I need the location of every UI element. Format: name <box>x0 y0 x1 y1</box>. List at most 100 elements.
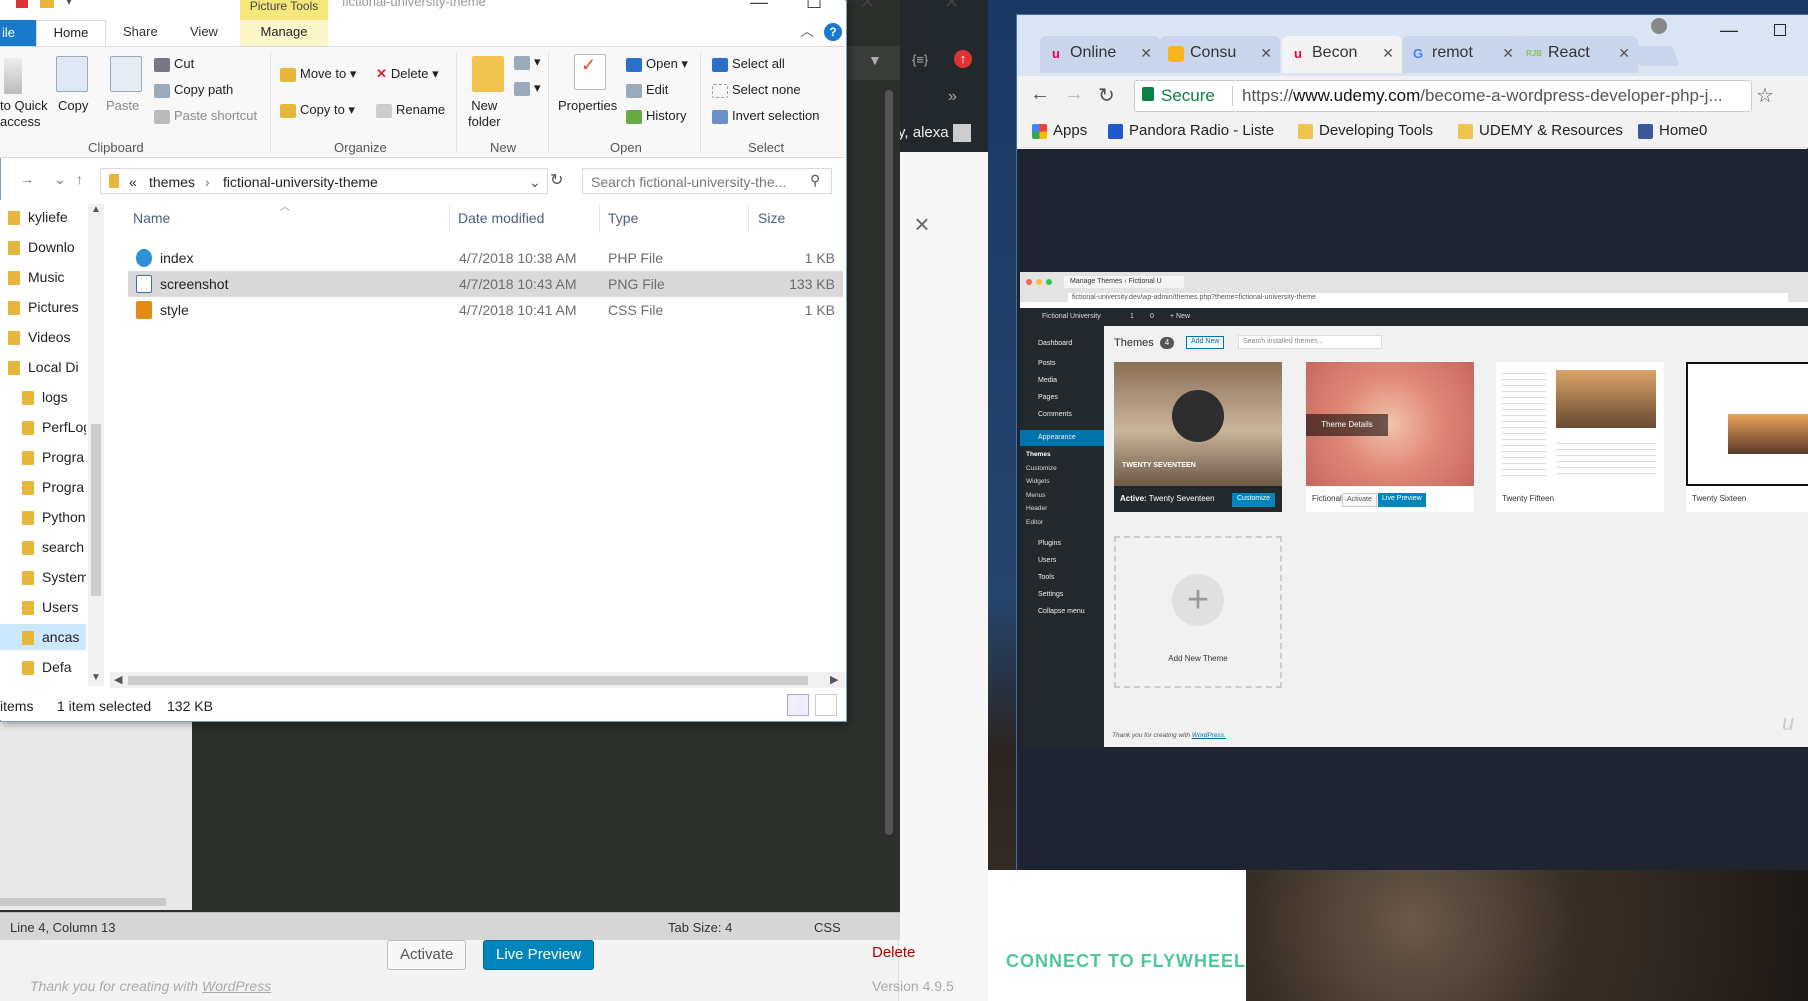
lock-icon[interactable] <box>1142 87 1154 101</box>
move-to-button[interactable]: Move to <box>300 66 346 81</box>
properties-button[interactable]: Properties <box>558 98 617 113</box>
new-folder-button[interactable]: New folder <box>468 98 501 130</box>
history-button[interactable]: History <box>646 108 686 123</box>
cursor-position[interactable]: Line 4, Column 13 <box>10 920 116 935</box>
chrome-tab-online[interactable]: u Online ✕ <box>1040 36 1160 73</box>
file-row-index[interactable]: index 4/7/2018 10:38 AM PHP File 1 KB <box>128 245 843 271</box>
minimize-icon[interactable]: — <box>750 0 768 13</box>
invert-selection-button[interactable]: Invert selection <box>732 108 819 123</box>
nav-tree-item[interactable]: PerfLog <box>0 414 86 440</box>
chevron-more-icon[interactable]: » <box>948 88 957 106</box>
editor-horizontal-scrollbar[interactable] <box>0 898 166 906</box>
close-icon[interactable]: ✕ <box>860 0 875 13</box>
copy-to-button[interactable]: Copy to <box>300 102 345 117</box>
nav-tree-item[interactable]: Progra <box>0 474 86 500</box>
tab-share[interactable]: Share <box>123 24 158 39</box>
tab-size[interactable]: Tab Size: 4 <box>668 920 732 935</box>
profile-icon[interactable] <box>1651 18 1667 34</box>
nav-tree-item[interactable]: search <box>0 534 86 560</box>
file-list-scroll-thumb[interactable] <box>128 676 808 685</box>
wordpress-link[interactable]: WordPress <box>202 978 271 994</box>
details-view-icon[interactable] <box>787 694 809 716</box>
cut-button[interactable]: Cut <box>174 56 194 71</box>
tab-view[interactable]: View <box>190 24 218 39</box>
refresh-icon[interactable]: ↻ <box>550 170 563 190</box>
nav-tree-item[interactable]: Downlo <box>0 234 86 260</box>
address-bar[interactable]: « themes › fictional-university-theme ⌄ <box>100 168 548 194</box>
tab-manage[interactable]: Manage <box>240 20 328 47</box>
language-mode[interactable]: CSS <box>814 920 841 935</box>
maximize-icon[interactable]: ☐ <box>806 0 822 13</box>
bookmark-developing-tools[interactable]: Developing Tools <box>1298 122 1433 139</box>
open-button[interactable]: Open <box>646 56 678 71</box>
pin-quick-access-button[interactable]: to Quick access <box>0 98 48 130</box>
column-name[interactable]: Name <box>133 210 170 226</box>
tab-file[interactable]: ile <box>0 20 36 46</box>
bookmark-apps[interactable]: Apps <box>1032 122 1087 139</box>
nav-tree-item[interactable]: Videos <box>0 324 86 350</box>
star-icon[interactable]: ☆ <box>1756 83 1774 108</box>
close-icon[interactable]: × <box>908 210 936 238</box>
delete-theme-link[interactable]: Delete <box>872 944 915 961</box>
close-tab-icon[interactable]: ✕ <box>1140 45 1152 62</box>
chevron-down-icon[interactable]: ⌄ <box>529 174 541 191</box>
nav-tree-item[interactable]: Pictures <box>0 294 86 320</box>
scroll-right-icon[interactable]: ▶ <box>830 673 838 686</box>
qat-dropdown-icon[interactable]: ▾ <box>66 0 72 8</box>
search-input[interactable]: Search fictional-university-the... <box>582 168 832 194</box>
copy-button[interactable]: Copy <box>58 98 88 113</box>
reload-icon[interactable]: ↻ <box>1098 83 1115 108</box>
nav-tree-item[interactable]: System <box>0 564 86 590</box>
upload-icon[interactable]: ↑ <box>954 50 972 68</box>
new-item-icon[interactable] <box>514 55 530 70</box>
nav-pane-scroll-thumb[interactable] <box>91 424 101 596</box>
nav-tree-item[interactable]: Users <box>0 594 86 620</box>
close-tab-icon[interactable]: ✕ <box>1618 45 1630 62</box>
close-tab-icon[interactable]: ✕ <box>1382 45 1394 62</box>
bookmark-home0[interactable]: Home0 <box>1638 122 1707 139</box>
maximize-icon[interactable] <box>1774 24 1786 36</box>
extension-icon[interactable]: {≡} <box>912 52 928 67</box>
nav-tree-item[interactable]: Local Di <box>0 354 86 380</box>
bookmark-udemy-resources[interactable]: UDEMY & Resources <box>1458 122 1623 139</box>
nav-tree-item[interactable]: Music <box>0 264 86 290</box>
collapse-ribbon-icon[interactable]: ︿ <box>800 21 814 41</box>
bookmark-pandora[interactable]: Pandora Radio - Liste <box>1108 122 1274 139</box>
scroll-left-icon[interactable]: ◀ <box>114 673 122 686</box>
close-icon[interactable]: ✕ <box>944 0 959 13</box>
chrome-tab-remote[interactable]: Gremot ✕ <box>1402 36 1522 73</box>
breadcrumb-current[interactable]: fictional-university-theme <box>223 174 378 190</box>
chevron-down-icon[interactable]: ▼ <box>868 52 882 68</box>
live-preview-button[interactable]: Live Preview <box>483 940 595 970</box>
nav-tree-item[interactable]: Defa <box>0 654 86 680</box>
breadcrumb-themes[interactable]: themes <box>149 174 195 190</box>
forward-arrow-icon[interactable]: → <box>20 171 34 187</box>
chrome-tab-become[interactable]: u Becon ✕ <box>1282 36 1402 73</box>
column-date-modified[interactable]: Date modified <box>458 210 544 226</box>
large-icons-view-icon[interactable] <box>815 694 837 716</box>
wp-user-menu[interactable]: y, alexa <box>898 124 988 150</box>
paste-button[interactable]: Paste <box>106 98 139 113</box>
edit-button[interactable]: Edit <box>646 82 668 97</box>
tab-home[interactable]: Home <box>36 20 106 47</box>
rename-button[interactable]: Rename <box>396 102 445 117</box>
help-icon[interactable]: ? <box>824 23 842 41</box>
column-size[interactable]: Size <box>758 210 785 226</box>
chrome-tab-react[interactable]: RJB React ✕ <box>1518 36 1638 73</box>
column-type[interactable]: Type <box>608 210 638 226</box>
easy-access-icon[interactable] <box>514 81 530 96</box>
new-tab-button[interactable] <box>1632 46 1680 66</box>
close-tab-icon[interactable]: ✕ <box>1260 45 1272 62</box>
minimize-icon[interactable]: — <box>1720 20 1738 41</box>
recent-locations-icon[interactable]: ⌄ <box>54 171 66 188</box>
breadcrumb-overflow[interactable]: « <box>129 174 137 190</box>
back-arrow-icon[interactable]: ← <box>1030 83 1050 106</box>
scroll-down-icon[interactable]: ▼ <box>91 672 101 683</box>
connect-flywheel-button[interactable]: CONNECT TO FLYWHEEL <box>1006 951 1246 972</box>
select-all-button[interactable]: Select all <box>732 56 785 71</box>
nav-tree-item[interactable]: Python <box>0 504 86 530</box>
chrome-tab-consu[interactable]: Consu ✕ <box>1160 36 1280 73</box>
editor-vertical-scrollbar[interactable] <box>885 90 893 835</box>
forward-arrow-icon[interactable]: → <box>1064 83 1084 106</box>
activate-button[interactable]: Activate <box>387 940 467 970</box>
